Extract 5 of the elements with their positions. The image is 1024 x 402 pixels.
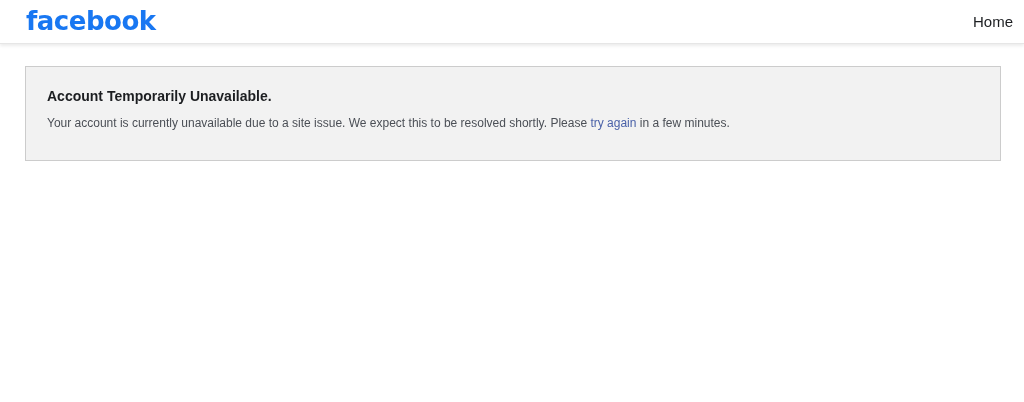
logo[interactable]: facebook xyxy=(26,5,156,36)
notice-title: Account Temporarily Unavailable. xyxy=(47,88,273,104)
notice-message: Your account is currently unavailable due to a site issue. We expect this to be resolved shortly. Please try again in a few minutes. xyxy=(47,116,731,130)
home-link[interactable]: Home xyxy=(973,13,1013,30)
try-again-link[interactable]: try again xyxy=(590,116,637,130)
